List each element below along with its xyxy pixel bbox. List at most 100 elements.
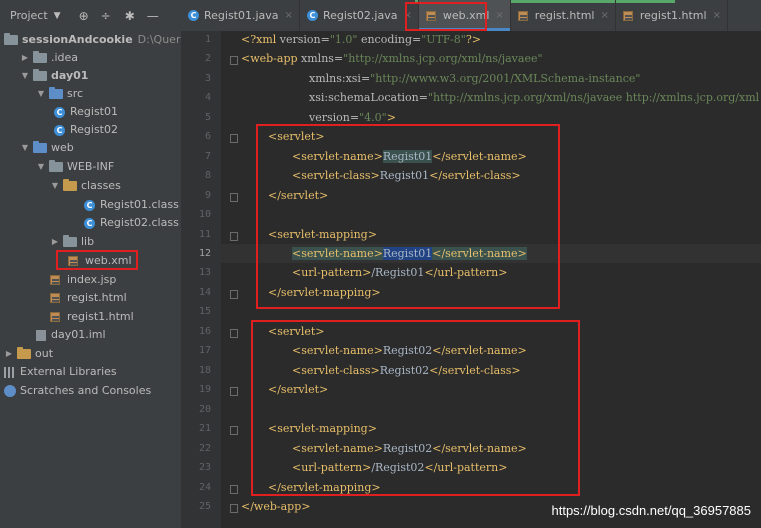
tab-label: regist.html (534, 9, 595, 22)
class-icon: C (188, 10, 199, 21)
line-number: 6 (204, 131, 211, 142)
attr: version= (279, 33, 330, 46)
tree-item-regist1-html[interactable]: regist1.html (50, 308, 134, 326)
tree-item-label: lib (81, 235, 95, 248)
fold-icon[interactable] (230, 485, 238, 494)
tree-item-src[interactable]: ▼ src (36, 85, 83, 103)
tree-item-lib[interactable]: ▶ lib (50, 233, 94, 251)
tab-regist-html[interactable]: regist.html × (511, 0, 616, 31)
chevron-down-icon[interactable]: ▼ (20, 139, 30, 157)
tab-regist01-java[interactable]: C Regist01.java × (181, 0, 300, 31)
class-icon: C (54, 124, 65, 136)
fold-icon[interactable] (230, 56, 238, 65)
tab-regist02-java[interactable]: C Regist02.java × (300, 0, 419, 31)
minimize-icon[interactable]: — (147, 9, 159, 23)
code-line-5: version="4.0"> (309, 111, 396, 124)
chevron-right-icon[interactable]: ▶ (20, 49, 30, 67)
tree-item-regist01[interactable]: C Regist01 (54, 103, 118, 121)
tab-label: regist1.html (639, 9, 707, 22)
tree-item-regist02-class[interactable]: C Regist02.class (84, 214, 179, 232)
chevron-down-icon[interactable]: ▼ (20, 67, 30, 85)
module-folder-icon (4, 33, 18, 45)
close-icon[interactable]: × (713, 10, 721, 21)
line-number: 14 (198, 287, 211, 298)
fold-icon[interactable] (230, 387, 238, 396)
chevron-right-icon[interactable]: ▶ (50, 233, 60, 251)
tree-item-project-root[interactable]: sessionAndcookie D:\QuerPro (4, 31, 181, 49)
folder-icon (49, 160, 63, 172)
tree-item-regist01-class[interactable]: C Regist01.class (84, 196, 179, 214)
line-number: 8 (204, 170, 211, 181)
source-folder-icon (49, 87, 63, 99)
module-folder-icon (33, 69, 47, 81)
tree-item-idea[interactable]: ▶ .idea (20, 49, 78, 67)
chevron-down-icon[interactable]: ▼ (50, 177, 60, 195)
tree-item-day01[interactable]: ▼ day01 (20, 67, 88, 85)
html-icon (622, 10, 635, 22)
line-number: 15 (198, 306, 211, 317)
tree-item-regist02[interactable]: C Regist02 (54, 121, 118, 139)
chevron-right-icon[interactable]: ▶ (4, 345, 14, 363)
tree-item-web[interactable]: ▼ web (20, 139, 74, 157)
folder-icon (17, 347, 31, 359)
tree-item-web-inf[interactable]: ▼ WEB-INF (36, 158, 114, 176)
folder-icon (63, 235, 77, 247)
tree-item-external-libraries[interactable]: External Libraries (4, 363, 117, 381)
tree-item-label: day01 (51, 69, 89, 82)
line-number: 5 (204, 112, 211, 123)
tree-item-regist-html[interactable]: regist.html (50, 289, 127, 307)
highlight-box-servlet-02 (251, 320, 580, 496)
code-line-3: xmlns:xsi="http://www.w3.org/2001/XMLSch… (309, 72, 640, 85)
line-number: 1 (204, 34, 211, 45)
code-line-25: </web-app> (241, 500, 310, 513)
line-number: 13 (198, 267, 211, 278)
tree-item-index-jsp[interactable]: index.jsp (50, 271, 116, 289)
tree-item-scratches[interactable]: Scratches and Consoles (4, 382, 151, 400)
chevron-down-icon[interactable]: ▼ (36, 85, 46, 103)
fold-icon[interactable] (230, 290, 238, 299)
line-number: 4 (204, 92, 211, 103)
globe-target-icon[interactable]: ⊕ (79, 9, 89, 23)
project-view-selector[interactable]: Project (10, 9, 48, 22)
close-icon[interactable]: × (285, 10, 293, 21)
collapse-icon[interactable]: ÷ (101, 9, 111, 23)
line-number: 23 (198, 462, 211, 473)
tree-item-out[interactable]: ▶ out (4, 345, 53, 363)
line-number: 11 (198, 229, 211, 240)
fold-icon[interactable] (230, 134, 238, 143)
tree-item-label: index.jsp (67, 273, 117, 286)
line-number: 24 (198, 482, 211, 493)
class-icon: C (54, 106, 65, 118)
highlight-box-tree (56, 250, 138, 270)
code-line-1: <?xml version="1.0" encoding="UTF-8"?> (241, 33, 481, 46)
fold-icon[interactable] (230, 193, 238, 202)
tree-item-label: classes (81, 179, 121, 192)
fold-icon[interactable] (230, 426, 238, 435)
line-number: 17 (198, 345, 211, 356)
close-icon[interactable]: × (495, 10, 503, 21)
chevron-down-icon[interactable]: ▼ (36, 158, 46, 176)
scratches-icon (4, 385, 16, 397)
fold-icon[interactable] (230, 329, 238, 338)
highlight-box-tab (405, 2, 487, 31)
gear-icon[interactable]: ✱ (125, 9, 135, 23)
top-toolbar: Project ▼ ⊕ ÷ ✱ — C Regist01.java × C Regis… (0, 0, 761, 32)
jsp-icon (50, 274, 62, 286)
attr: xmlns= (301, 52, 344, 65)
tab-regist1-html[interactable]: regist1.html × (616, 0, 728, 31)
tree-item-label: Regist01 (70, 105, 118, 118)
class-icon: C (84, 199, 95, 211)
fold-icon[interactable] (230, 232, 238, 241)
tree-item-classes[interactable]: ▼ classes (50, 177, 121, 195)
xml-decl: <?xml (241, 33, 280, 46)
fold-icon[interactable] (230, 504, 238, 513)
line-number: 25 (198, 501, 211, 512)
web-folder-icon (33, 141, 47, 153)
tree-item-label: regist.html (67, 291, 127, 304)
attr: xmlns:xsi= (309, 72, 371, 85)
chevron-down-icon[interactable]: ▼ (54, 11, 61, 21)
tree-item-day01-iml[interactable]: day01.iml (36, 326, 106, 344)
close-icon[interactable]: × (600, 10, 608, 21)
library-icon (4, 366, 16, 378)
line-number: 20 (198, 404, 211, 415)
